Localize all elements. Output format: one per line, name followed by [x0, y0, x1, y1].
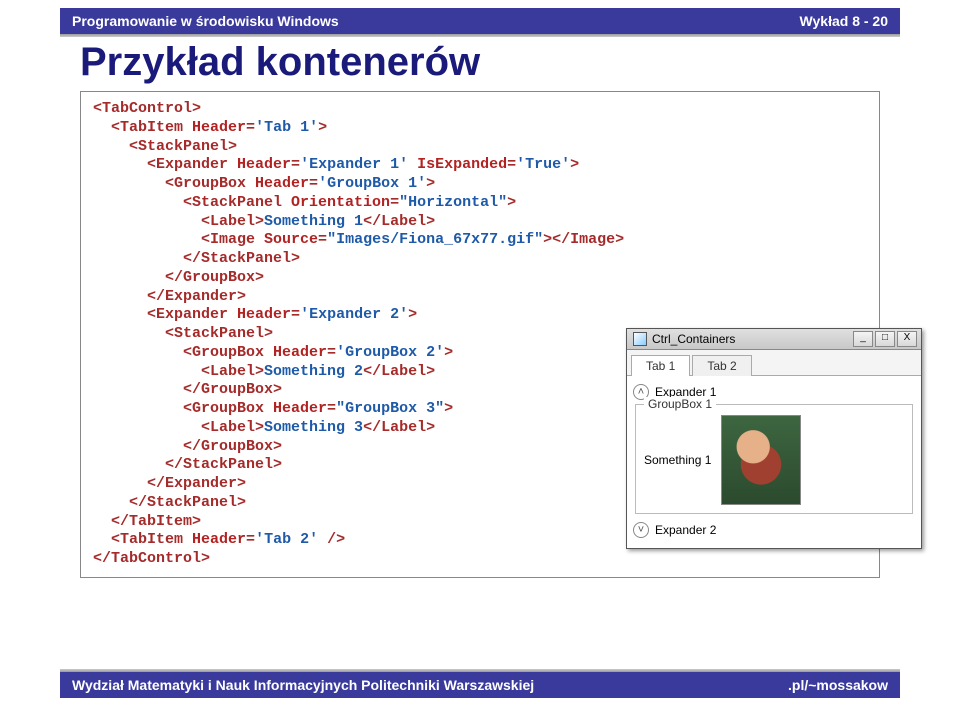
demo-window: Ctrl_Containers _ □ X Tab 1 Tab 2 ˄ Expa…	[626, 328, 922, 549]
code-line: </StackPanel>	[93, 494, 246, 511]
code-line: </GroupBox>	[93, 381, 282, 398]
code-line: <Expander Header='Expander 2'>	[93, 306, 417, 323]
close-button[interactable]: X	[897, 331, 917, 347]
code-line: </TabControl>	[93, 550, 210, 567]
lecture-number: Wykład 8 - 20	[800, 13, 888, 29]
course-title: Programowanie w środowisku Windows	[72, 13, 339, 29]
tab-body: ˄ Expander 1 GroupBox 1 Something 1 ˅ Ex…	[627, 376, 921, 548]
code-line: <StackPanel Orientation="Horizontal">	[93, 194, 516, 211]
footer-right: .pl/~mossakow	[788, 677, 888, 693]
code-line: <TabItem Header='Tab 2' />	[93, 531, 345, 548]
footer-left: Wydział Matematyki i Nauk Informacyjnych…	[72, 677, 534, 693]
code-line: <Label>Something 2</Label>	[93, 363, 435, 380]
expander-2-header[interactable]: ˅ Expander 2	[633, 520, 915, 542]
tab-strip: Tab 1 Tab 2	[627, 350, 921, 376]
groupbox-1-label: Something 1	[644, 453, 711, 467]
groupbox-1: GroupBox 1 Something 1	[635, 404, 913, 514]
code-line: <StackPanel>	[93, 325, 273, 342]
code-line: </Expander>	[93, 288, 246, 305]
code-line: </GroupBox>	[93, 269, 264, 286]
code-line: </StackPanel>	[93, 250, 300, 267]
code-line: <GroupBox Header='GroupBox 2'>	[93, 344, 453, 361]
code-line: </StackPanel>	[93, 456, 282, 473]
code-line: <TabItem Header='Tab 1'>	[93, 119, 327, 136]
tab-1[interactable]: Tab 1	[631, 355, 690, 376]
code-line: <TabControl>	[93, 100, 201, 117]
window-title: Ctrl_Containers	[652, 332, 735, 346]
expander-2-label: Expander 2	[655, 523, 716, 537]
window-titlebar: Ctrl_Containers _ □ X	[627, 329, 921, 350]
code-line: <Label>Something 3</Label>	[93, 419, 435, 436]
minimize-button[interactable]: _	[853, 331, 873, 347]
app-icon	[633, 332, 647, 346]
code-line: <GroupBox Header="GroupBox 3">	[93, 400, 453, 417]
code-line: <GroupBox Header='GroupBox 1'>	[93, 175, 435, 192]
groupbox-1-legend: GroupBox 1	[644, 397, 716, 411]
chevron-down-icon: ˅	[633, 522, 649, 538]
code-line: <StackPanel>	[93, 138, 237, 155]
slide-footer: Wydział Matematyki i Nauk Informacyjnych…	[60, 672, 900, 698]
slide-title: Przykład kontenerów	[80, 40, 960, 85]
code-line: <Label>Something 1</Label>	[93, 213, 435, 230]
slide-header: Programowanie w środowisku Windows Wykła…	[60, 8, 900, 34]
code-line: </GroupBox>	[93, 438, 282, 455]
maximize-button[interactable]: □	[875, 331, 895, 347]
fiona-image	[721, 415, 801, 505]
tab-2[interactable]: Tab 2	[692, 355, 751, 376]
code-line: </TabItem>	[93, 513, 201, 530]
code-line: </Expander>	[93, 475, 246, 492]
code-line: <Image Source="Images/Fiona_67x77.gif"><…	[93, 231, 624, 248]
code-line: <Expander Header='Expander 1' IsExpanded…	[93, 156, 579, 173]
